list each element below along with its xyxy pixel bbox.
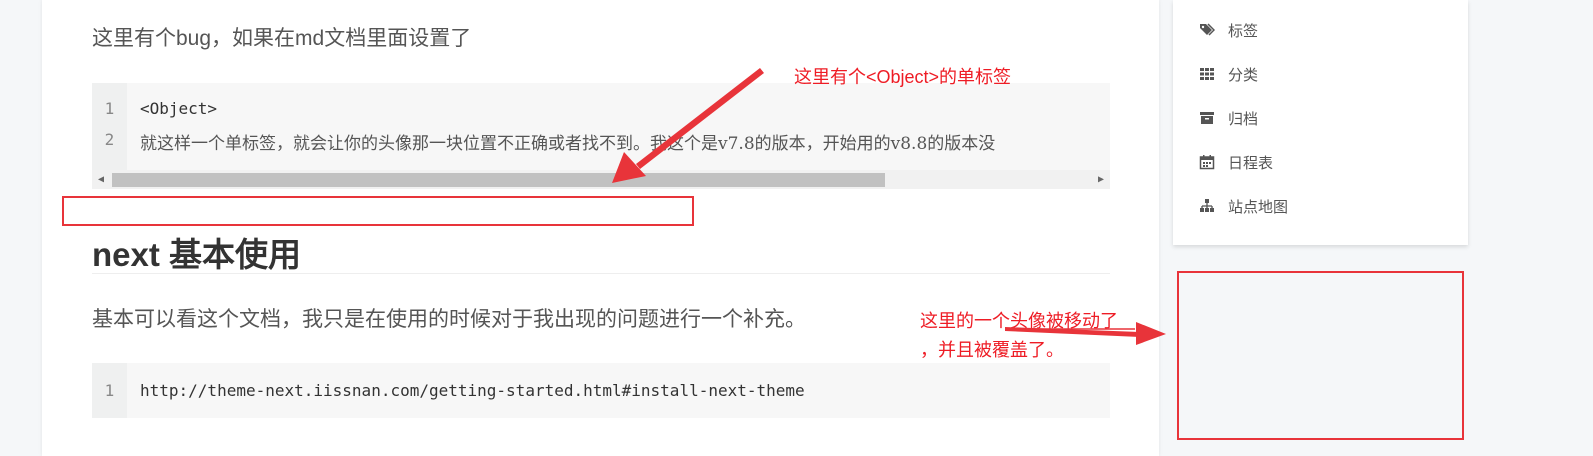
- code-line: <Object>: [140, 99, 218, 118]
- tags-icon: [1200, 23, 1215, 36]
- sitemap-icon: [1200, 199, 1214, 212]
- line-number: 1: [104, 381, 115, 400]
- line-number: 2: [104, 130, 115, 149]
- code-line: 就这样一个单标签，就会让你的头像那一块位置不正确或者找不到。我这个是v7.8的版…: [140, 134, 996, 154]
- highlight-box-avatar-area: [1177, 271, 1464, 440]
- horizontal-scrollbar[interactable]: ◀ ▶: [92, 170, 1110, 189]
- annotation-object-tag: 这里有个<Object>的单标签: [794, 67, 1012, 87]
- line-number: 1: [104, 99, 115, 118]
- annotation-avatar-covered: ，并且被覆盖了。: [920, 340, 1064, 360]
- menu-item-label: 归档: [1228, 110, 1259, 128]
- sidebar-menu-card: 标签 分类 归档 日程表 站点地图: [1173, 0, 1468, 245]
- menu-item-label: 标签: [1228, 22, 1259, 40]
- menu-item-label: 分类: [1228, 66, 1259, 84]
- annotation-avatar-moved: 这里的一个头像被移动了: [920, 311, 1118, 331]
- scroll-left-icon[interactable]: ◀: [98, 174, 104, 186]
- scrollbar-thumb[interactable]: [112, 173, 885, 187]
- th-icon: [1200, 68, 1214, 80]
- archive-icon: [1200, 112, 1214, 124]
- menu-item-tags[interactable]: 标签: [1199, 18, 1258, 42]
- intro-paragraph: 这里有个bug，如果在md文档里面设置了: [92, 27, 472, 50]
- menu-item-categories[interactable]: 分类: [1199, 62, 1258, 86]
- calendar-icon: [1199, 155, 1215, 170]
- heading-divider: [92, 273, 1110, 274]
- menu-item-label: 站点地图: [1228, 198, 1289, 216]
- highlight-box-missing-content: [62, 196, 694, 226]
- code-block-url: 1 http://theme-next.iissnan.com/getting-…: [92, 363, 1110, 418]
- section-heading: next 基本使用: [92, 236, 302, 273]
- menu-item-sitemap[interactable]: 站点地图: [1199, 194, 1288, 218]
- menu-item-label: 日程表: [1228, 154, 1274, 172]
- menu-item-schedule[interactable]: 日程表: [1199, 150, 1273, 174]
- section-paragraph: 基本可以看这个文档，我只是在使用的时候对于我出现的问题进行一个补充。: [92, 308, 806, 331]
- scroll-right-icon[interactable]: ▶: [1098, 174, 1104, 186]
- code-line: http://theme-next.iissnan.com/getting-st…: [140, 381, 805, 400]
- menu-item-archives[interactable]: 归档: [1199, 106, 1258, 130]
- code-block-object: 1 2 <Object> 就这样一个单标签，就会让你的头像那一块位置不正确或者找…: [92, 83, 1110, 189]
